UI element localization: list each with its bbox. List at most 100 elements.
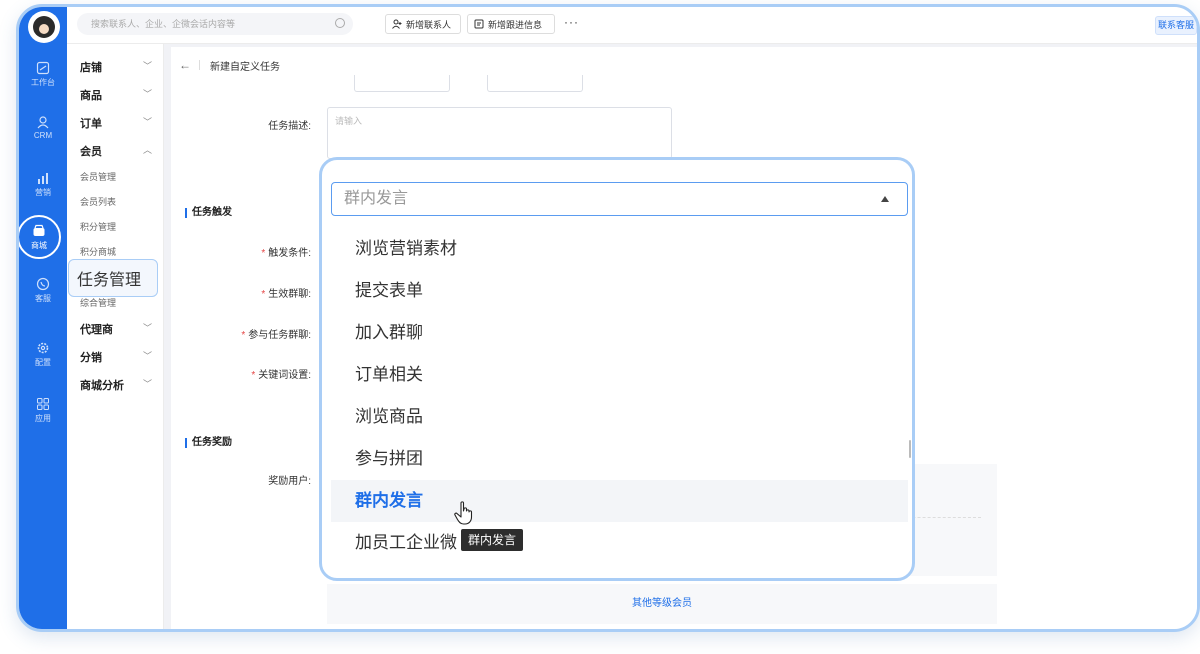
- store-icon: [33, 224, 45, 236]
- rail-item-config[interactable]: 配置: [19, 341, 67, 368]
- avatar-image: [33, 16, 55, 38]
- rail-item-service[interactable]: 客服: [19, 277, 67, 304]
- trigger-condition-select[interactable]: 群内发言: [331, 182, 908, 216]
- chevron-down-icon: ﹀: [142, 379, 152, 389]
- add-contact-label: 新增联系人: [406, 19, 452, 30]
- dropdown-option[interactable]: 加入群聊: [331, 312, 908, 354]
- rail-item-workbench[interactable]: 工作台: [19, 61, 67, 88]
- divider: [199, 60, 200, 70]
- left-rail: 工作台 CRM 营销 商城 客服 配置 应用: [19, 7, 67, 629]
- menu-label-distribution: 分销: [80, 352, 102, 364]
- rail-item-marketing[interactable]: 营销: [19, 171, 67, 198]
- add-contact-button[interactable]: 新增联系人: [385, 14, 461, 34]
- menu-sub-points-mall[interactable]: 积分商城: [80, 245, 116, 258]
- section-title-reward: 任务奖励: [185, 438, 232, 448]
- task-desc-placeholder: 请输入: [335, 116, 363, 126]
- tooltip: 群内发言: [461, 529, 524, 551]
- phone-icon: [36, 277, 50, 291]
- chevron-up-icon: ︿: [142, 145, 152, 155]
- breadcrumb: ← 新建自定义任务: [171, 55, 280, 75]
- section-title-trigger: 任务触发: [185, 208, 232, 218]
- menu-item-goods[interactable]: 商品 ﹀: [80, 87, 158, 103]
- menu-label-agent: 代理商: [80, 324, 113, 336]
- effective-group-text: 生效群聊:: [268, 289, 311, 300]
- menu-sub-member-manage[interactable]: 会员管理: [80, 170, 116, 183]
- menu-label-order: 订单: [80, 118, 102, 130]
- rail-item-mall[interactable]: 商城: [19, 215, 61, 259]
- required-mark: *: [241, 330, 246, 341]
- menu-item-member[interactable]: 会员 ︿: [80, 143, 158, 159]
- required-mark: *: [251, 370, 256, 381]
- task-desc-input[interactable]: 请输入: [327, 107, 672, 159]
- avatar[interactable]: [28, 11, 60, 43]
- chevron-down-icon: ﹀: [142, 89, 152, 99]
- more-icon[interactable]: ···: [564, 15, 579, 29]
- menu-item-shop[interactable]: 店铺 ﹀: [80, 59, 158, 75]
- other-members-tab[interactable]: 其他等级会员: [327, 584, 997, 624]
- search-placeholder: 搜索联系人、企业、企微会话内容等: [91, 19, 236, 29]
- add-followup-button[interactable]: 新增跟进信息: [467, 14, 555, 34]
- caret-up-icon: [881, 196, 889, 202]
- add-followup-label: 新增跟进信息: [488, 19, 543, 30]
- dropdown-option[interactable]: 参与拼团: [331, 438, 908, 480]
- note-icon: [474, 19, 484, 29]
- sidebar-menu: 店铺 ﹀ 商品 ﹀ 订单 ﹀ 会员 ︿ 会员管理 会员列表 积分管理 积分商城 综合管理…: [67, 7, 164, 629]
- rail-label-crm: CRM: [33, 131, 53, 140]
- dropdown-option[interactable]: 提交表单: [331, 270, 908, 312]
- back-arrow-icon[interactable]: ←: [171, 58, 199, 72]
- search-icon: [335, 18, 345, 28]
- rail-label-marketing: 营销: [35, 188, 51, 197]
- task-desc-label: 任务描述:: [268, 121, 311, 132]
- menu-label-mall-analysis: 商城分析: [80, 380, 124, 392]
- rail-label-service: 客服: [35, 294, 51, 303]
- dropdown-option[interactable]: 浏览商品: [331, 396, 908, 438]
- join-group-label: * 参与任务群聊:: [171, 326, 311, 341]
- scrollbar-thumb[interactable]: [909, 440, 911, 458]
- dropdown-option[interactable]: 浏览营销素材: [331, 228, 908, 270]
- rail-label-mall: 商城: [31, 241, 47, 250]
- menu-sub-general-manage[interactable]: 综合管理: [80, 296, 116, 309]
- partial-input[interactable]: [354, 75, 450, 92]
- join-group-text: 参与任务群聊:: [248, 330, 311, 341]
- trigger-condition-text: 触发条件:: [268, 248, 311, 259]
- rail-item-crm[interactable]: CRM: [19, 115, 67, 140]
- rail-label-apps: 应用: [35, 414, 51, 423]
- dropdown-options: 浏览营销素材 提交表单 加入群聊 订单相关 浏览商品 参与拼团 群内发言 加员工…: [331, 228, 908, 570]
- chevron-down-icon: ﹀: [142, 351, 152, 361]
- menu-label-member: 会员: [80, 146, 102, 158]
- menu-label-goods: 商品: [80, 90, 102, 102]
- chevron-down-icon: ﹀: [142, 61, 152, 71]
- rail-item-apps[interactable]: 应用: [19, 397, 67, 424]
- add-user-icon: [392, 19, 402, 29]
- gear-icon: [37, 342, 49, 354]
- dropdown-option[interactable]: 加员工企业微: [331, 522, 908, 564]
- required-mark: *: [261, 289, 266, 300]
- keyword-setting-text: 关键词设置:: [258, 370, 311, 381]
- user-icon: [37, 116, 49, 129]
- dropdown-option[interactable]: 订单相关: [331, 354, 908, 396]
- menu-label-shop: 店铺: [80, 62, 102, 74]
- effective-group-label: * 生效群聊:: [171, 285, 311, 300]
- contact-service-button[interactable]: 联系客服: [1155, 16, 1197, 35]
- select-value: 群内发言: [344, 190, 409, 207]
- menu-item-distribution[interactable]: 分销 ﹀: [80, 349, 158, 365]
- menu-sub-points-manage[interactable]: 积分管理: [80, 220, 116, 233]
- workbench-icon: [36, 61, 50, 75]
- menu-item-order[interactable]: 订单 ﹀: [80, 115, 158, 131]
- dropdown-option-selected[interactable]: 群内发言: [331, 480, 908, 522]
- menu-item-mall-analysis[interactable]: 商城分析 ﹀: [80, 377, 158, 393]
- search-input[interactable]: 搜索联系人、企业、企微会话内容等: [77, 13, 353, 35]
- required-mark: *: [261, 248, 266, 259]
- partial-input[interactable]: [487, 75, 583, 92]
- menu-sub-task-manage[interactable]: 任务管理: [68, 259, 158, 297]
- keyword-setting-label: * 关键词设置:: [171, 366, 311, 381]
- chevron-down-icon: ﹀: [142, 323, 152, 333]
- chart-bar-icon: [38, 173, 48, 184]
- chevron-down-icon: ﹀: [142, 117, 152, 127]
- menu-sub-member-list[interactable]: 会员列表: [80, 195, 116, 208]
- apps-grid-icon: [37, 398, 49, 410]
- menu-item-agent[interactable]: 代理商 ﹀: [80, 321, 158, 337]
- top-bar: 搜索联系人、企业、企微会话内容等 新增联系人 新增跟进信息 ··· 联系客服: [67, 7, 1197, 44]
- hand-pointer-icon: [454, 501, 473, 525]
- trigger-condition-label: * 触发条件:: [171, 244, 311, 259]
